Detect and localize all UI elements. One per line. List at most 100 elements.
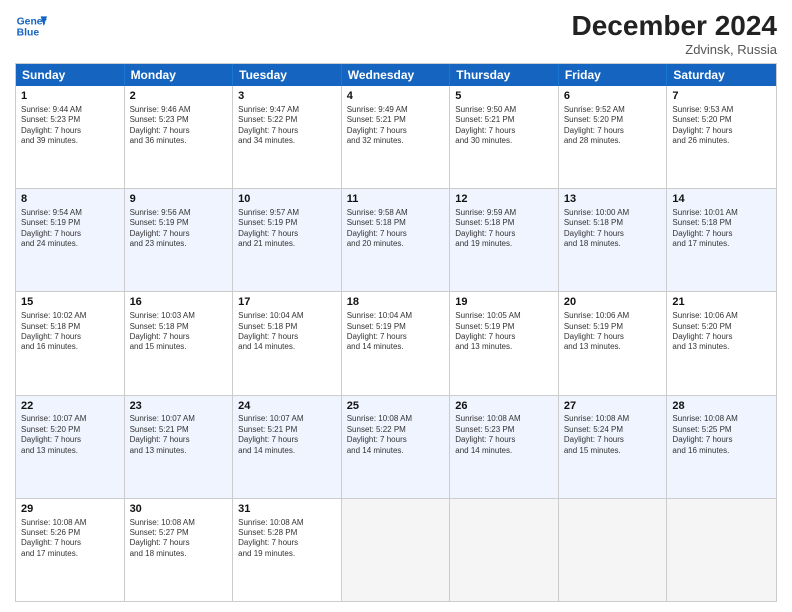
day-number: 7 [672,89,771,104]
calendar-cell-r2c0: 15Sunrise: 10:02 AM Sunset: 5:18 PM Dayl… [16,292,125,394]
day-number: 14 [672,192,771,207]
calendar-cell-r2c1: 16Sunrise: 10:03 AM Sunset: 5:18 PM Dayl… [125,292,234,394]
page: General Blue December 2024 Zdvinsk, Russ… [0,0,792,612]
day-number: 20 [564,295,662,310]
day-number: 9 [130,192,228,207]
cell-info: Sunrise: 9:57 AM Sunset: 5:19 PM Dayligh… [238,208,336,250]
cell-info: Sunrise: 10:04 AM Sunset: 5:19 PM Daylig… [347,311,445,353]
day-number: 22 [21,399,119,414]
cell-info: Sunrise: 9:53 AM Sunset: 5:20 PM Dayligh… [672,105,771,147]
calendar-cell-r1c6: 14Sunrise: 10:01 AM Sunset: 5:18 PM Dayl… [667,189,776,291]
cell-info: Sunrise: 10:08 AM Sunset: 5:27 PM Daylig… [130,518,228,560]
day-number: 10 [238,192,336,207]
cell-info: Sunrise: 10:07 AM Sunset: 5:20 PM Daylig… [21,414,119,456]
cell-info: Sunrise: 10:08 AM Sunset: 5:23 PM Daylig… [455,414,553,456]
calendar-cell-r0c6: 7Sunrise: 9:53 AM Sunset: 5:20 PM Daylig… [667,86,776,188]
calendar-cell-r1c2: 10Sunrise: 9:57 AM Sunset: 5:19 PM Dayli… [233,189,342,291]
cell-info: Sunrise: 10:06 AM Sunset: 5:20 PM Daylig… [672,311,771,353]
calendar-cell-r1c3: 11Sunrise: 9:58 AM Sunset: 5:18 PM Dayli… [342,189,451,291]
cell-info: Sunrise: 10:04 AM Sunset: 5:18 PM Daylig… [238,311,336,353]
cell-info: Sunrise: 9:46 AM Sunset: 5:23 PM Dayligh… [130,105,228,147]
day-number: 5 [455,89,553,104]
header: General Blue December 2024 Zdvinsk, Russ… [15,10,777,57]
cell-info: Sunrise: 9:59 AM Sunset: 5:18 PM Dayligh… [455,208,553,250]
calendar-cell-r3c4: 26Sunrise: 10:08 AM Sunset: 5:23 PM Dayl… [450,396,559,498]
cell-info: Sunrise: 9:49 AM Sunset: 5:21 PM Dayligh… [347,105,445,147]
calendar-cell-r3c3: 25Sunrise: 10:08 AM Sunset: 5:22 PM Dayl… [342,396,451,498]
cell-info: Sunrise: 10:08 AM Sunset: 5:28 PM Daylig… [238,518,336,560]
day-number: 8 [21,192,119,207]
day-number: 16 [130,295,228,310]
day-number: 26 [455,399,553,414]
calendar-cell-r3c2: 24Sunrise: 10:07 AM Sunset: 5:21 PM Dayl… [233,396,342,498]
day-number: 30 [130,502,228,517]
day-number: 15 [21,295,119,310]
calendar-row-0: 1Sunrise: 9:44 AM Sunset: 5:23 PM Daylig… [16,86,776,188]
cell-info: Sunrise: 10:07 AM Sunset: 5:21 PM Daylig… [130,414,228,456]
cell-info: Sunrise: 10:08 AM Sunset: 5:24 PM Daylig… [564,414,662,456]
calendar-cell-r0c0: 1Sunrise: 9:44 AM Sunset: 5:23 PM Daylig… [16,86,125,188]
calendar-cell-r2c2: 17Sunrise: 10:04 AM Sunset: 5:18 PM Dayl… [233,292,342,394]
calendar-cell-r4c5 [559,499,668,601]
cell-info: Sunrise: 10:05 AM Sunset: 5:19 PM Daylig… [455,311,553,353]
logo-icon: General Blue [15,10,47,42]
location: Zdvinsk, Russia [572,42,777,57]
day-number: 3 [238,89,336,104]
calendar-cell-r4c0: 29Sunrise: 10:08 AM Sunset: 5:26 PM Dayl… [16,499,125,601]
calendar-cell-r4c4 [450,499,559,601]
calendar-cell-r3c0: 22Sunrise: 10:07 AM Sunset: 5:20 PM Dayl… [16,396,125,498]
cell-info: Sunrise: 10:08 AM Sunset: 5:22 PM Daylig… [347,414,445,456]
day-number: 23 [130,399,228,414]
calendar-cell-r2c4: 19Sunrise: 10:05 AM Sunset: 5:19 PM Dayl… [450,292,559,394]
calendar-cell-r1c1: 9Sunrise: 9:56 AM Sunset: 5:19 PM Daylig… [125,189,234,291]
calendar-body: 1Sunrise: 9:44 AM Sunset: 5:23 PM Daylig… [16,86,776,601]
cell-info: Sunrise: 9:56 AM Sunset: 5:19 PM Dayligh… [130,208,228,250]
weekday-header-wednesday: Wednesday [342,64,451,86]
weekday-header-monday: Monday [125,64,234,86]
calendar-row-1: 8Sunrise: 9:54 AM Sunset: 5:19 PM Daylig… [16,188,776,291]
cell-info: Sunrise: 10:01 AM Sunset: 5:18 PM Daylig… [672,208,771,250]
cell-info: Sunrise: 9:44 AM Sunset: 5:23 PM Dayligh… [21,105,119,147]
cell-info: Sunrise: 9:54 AM Sunset: 5:19 PM Dayligh… [21,208,119,250]
calendar-cell-r3c6: 28Sunrise: 10:08 AM Sunset: 5:25 PM Dayl… [667,396,776,498]
calendar-cell-r1c5: 13Sunrise: 10:00 AM Sunset: 5:18 PM Dayl… [559,189,668,291]
cell-info: Sunrise: 10:06 AM Sunset: 5:19 PM Daylig… [564,311,662,353]
calendar-cell-r2c3: 18Sunrise: 10:04 AM Sunset: 5:19 PM Dayl… [342,292,451,394]
day-number: 17 [238,295,336,310]
cell-info: Sunrise: 10:08 AM Sunset: 5:26 PM Daylig… [21,518,119,560]
day-number: 2 [130,89,228,104]
calendar-cell-r4c2: 31Sunrise: 10:08 AM Sunset: 5:28 PM Dayl… [233,499,342,601]
cell-info: Sunrise: 9:50 AM Sunset: 5:21 PM Dayligh… [455,105,553,147]
calendar-cell-r0c2: 3Sunrise: 9:47 AM Sunset: 5:22 PM Daylig… [233,86,342,188]
calendar: SundayMondayTuesdayWednesdayThursdayFrid… [15,63,777,602]
weekday-header-friday: Friday [559,64,668,86]
day-number: 21 [672,295,771,310]
calendar-cell-r3c1: 23Sunrise: 10:07 AM Sunset: 5:21 PM Dayl… [125,396,234,498]
calendar-cell-r1c4: 12Sunrise: 9:59 AM Sunset: 5:18 PM Dayli… [450,189,559,291]
cell-info: Sunrise: 10:07 AM Sunset: 5:21 PM Daylig… [238,414,336,456]
calendar-row-3: 22Sunrise: 10:07 AM Sunset: 5:20 PM Dayl… [16,395,776,498]
day-number: 19 [455,295,553,310]
cell-info: Sunrise: 9:58 AM Sunset: 5:18 PM Dayligh… [347,208,445,250]
calendar-cell-r0c4: 5Sunrise: 9:50 AM Sunset: 5:21 PM Daylig… [450,86,559,188]
title-block: December 2024 Zdvinsk, Russia [572,10,777,57]
day-number: 31 [238,502,336,517]
day-number: 4 [347,89,445,104]
weekday-header-tuesday: Tuesday [233,64,342,86]
weekday-header-thursday: Thursday [450,64,559,86]
calendar-cell-r0c5: 6Sunrise: 9:52 AM Sunset: 5:20 PM Daylig… [559,86,668,188]
svg-text:Blue: Blue [17,28,40,39]
cell-info: Sunrise: 10:02 AM Sunset: 5:18 PM Daylig… [21,311,119,353]
cell-info: Sunrise: 10:08 AM Sunset: 5:25 PM Daylig… [672,414,771,456]
cell-info: Sunrise: 9:47 AM Sunset: 5:22 PM Dayligh… [238,105,336,147]
weekday-header-saturday: Saturday [667,64,776,86]
calendar-cell-r2c6: 21Sunrise: 10:06 AM Sunset: 5:20 PM Dayl… [667,292,776,394]
weekday-header-sunday: Sunday [16,64,125,86]
day-number: 12 [455,192,553,207]
calendar-cell-r4c1: 30Sunrise: 10:08 AM Sunset: 5:27 PM Dayl… [125,499,234,601]
month-title: December 2024 [572,10,777,42]
day-number: 13 [564,192,662,207]
calendar-cell-r4c6 [667,499,776,601]
logo: General Blue [15,10,47,42]
calendar-cell-r4c3 [342,499,451,601]
